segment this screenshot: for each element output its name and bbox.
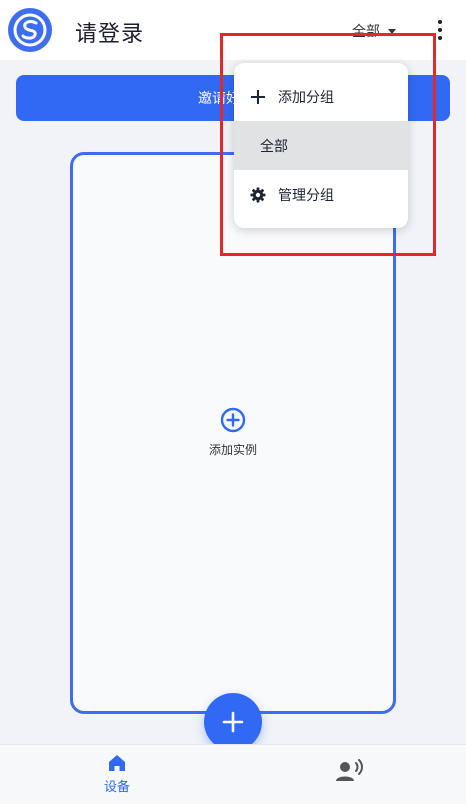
plus-icon <box>250 89 266 105</box>
add-instance-button[interactable]: 添加实例 <box>73 407 393 458</box>
voice-person-icon[interactable] <box>334 759 364 783</box>
page-title[interactable]: 请登录 <box>75 16 144 48</box>
app-logo-icon <box>8 8 52 52</box>
menu-item-all-label: 全部 <box>260 138 288 155</box>
caret-down-icon <box>388 28 396 34</box>
menu-item-add-group[interactable]: 添加分组 <box>234 72 408 121</box>
nav-tab-devices[interactable]: 设备 <box>88 753 146 795</box>
instance-card[interactable]: 添加实例 <box>70 152 396 714</box>
group-filter-label: 全部 <box>352 24 380 40</box>
menu-item-manage-group[interactable]: 管理分组 <box>234 170 408 219</box>
app-header: 请登录 全部 <box>0 0 466 60</box>
home-icon <box>109 755 125 771</box>
fab-add-button[interactable] <box>204 693 262 751</box>
menu-item-add-group-label: 添加分组 <box>278 89 334 106</box>
bottom-navigation: 设备 <box>0 744 466 804</box>
menu-item-manage-group-label: 管理分组 <box>278 187 334 204</box>
add-instance-label: 添加实例 <box>208 443 257 457</box>
nav-tab-devices-label: 设备 <box>103 780 130 795</box>
group-filter-dropdown[interactable]: 全部 <box>352 21 396 41</box>
menu-item-all[interactable]: 全部 <box>234 121 408 170</box>
more-vert-icon[interactable] <box>432 18 448 42</box>
plus-circle-icon <box>220 407 246 433</box>
add-icon <box>222 711 244 733</box>
gear-icon <box>250 187 266 203</box>
group-dropdown-menu: 添加分组 全部 管理分组 <box>234 63 408 228</box>
